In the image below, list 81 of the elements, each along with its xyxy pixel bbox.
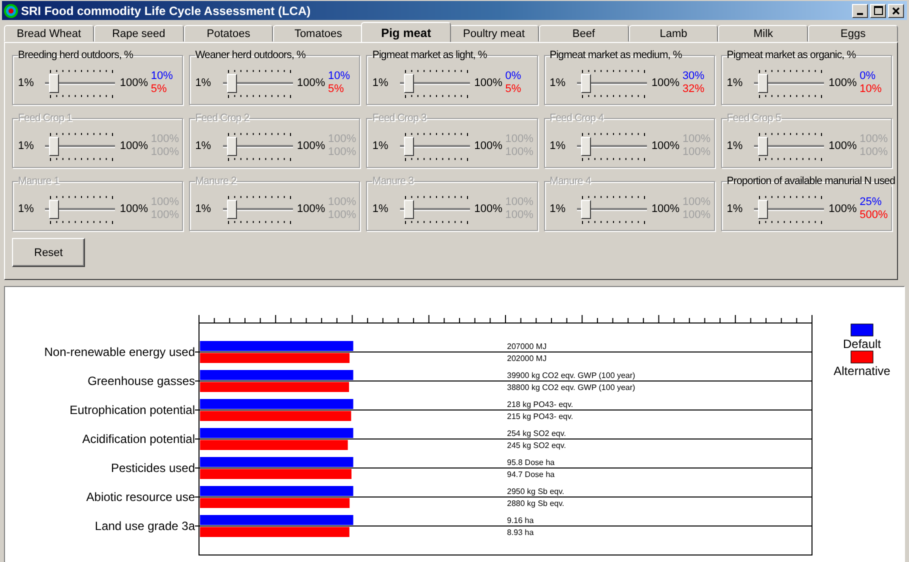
max-label: 100%: [120, 202, 148, 214]
min-label: 1%: [18, 202, 35, 214]
window-title: SRI Food commodity Life Cycle Assessment (LCA): [21, 4, 312, 18]
min-label: 1%: [550, 140, 566, 152]
group-label: Manure 1: [18, 175, 60, 187]
indicator-label: Land use grade 3a: [94, 519, 195, 533]
alternative-value: 215 kg PO43- eqv.: [507, 412, 574, 421]
max-label: 100%: [474, 140, 502, 152]
default-value: 95.8 Dose ha: [507, 458, 555, 467]
group-label: Feed Crop 1: [18, 112, 72, 124]
max-label: 100%: [120, 76, 148, 88]
indicator-label: Pesticides used: [110, 461, 195, 475]
max-label: 100%: [651, 76, 680, 88]
group-label: Weaner herd outdoors, %: [195, 49, 306, 61]
default-value: 30%: [682, 70, 706, 82]
group-label: Manure 4: [550, 175, 591, 187]
min-label: 1%: [195, 202, 212, 214]
alternative-value: 38800 kg CO2 eqv. GWP (100 year): [507, 383, 636, 392]
group-label: Manure 2: [195, 175, 236, 187]
group-label: Proportion of available manurial N used: [726, 175, 896, 187]
min-label: 1%: [18, 76, 35, 88]
alternative-value: 5%: [505, 82, 522, 96]
max-label: 100%: [651, 140, 680, 152]
default-value: 25%: [860, 196, 883, 208]
indicator-label: Eutrophication potential: [70, 403, 195, 417]
default-value: 207000 MJ: [507, 342, 547, 351]
default-value: 218 kg PO43- eqv.: [507, 400, 574, 409]
default-value: 0%: [860, 70, 877, 82]
group-label: Feed Crop 3: [372, 112, 426, 124]
alternative-value: 5%: [150, 82, 168, 96]
default-value: 10%: [150, 70, 174, 82]
min-label: 1%: [372, 202, 390, 214]
min-label: 1%: [195, 76, 212, 88]
min-label: 1%: [550, 202, 566, 214]
default-value: 254 kg SO2 eqv.: [507, 429, 566, 438]
group-label: Feed Crop 4: [550, 112, 604, 124]
legend-label: Alternative: [834, 364, 890, 378]
indicator-label: Abiotic resource use: [86, 490, 195, 504]
legend-label: Default: [842, 337, 882, 351]
max-label: 100%: [474, 202, 502, 214]
min-label: 1%: [726, 202, 744, 214]
max-label: 100%: [828, 202, 857, 214]
max-label: 100%: [651, 202, 680, 214]
max-label: 100%: [297, 76, 326, 88]
indicator-label: Acidification potential: [82, 432, 195, 446]
min-label: 1%: [195, 140, 212, 152]
default-value: 10%: [328, 70, 352, 82]
alternative-value: 32%: [682, 82, 706, 96]
min-label: 1%: [372, 76, 390, 88]
default-value: 9.16 ha: [507, 516, 534, 525]
alternative-value: 202000 MJ: [507, 354, 547, 363]
min-label: 1%: [18, 140, 35, 152]
alternative-value: 245 kg SO2 eqv.: [507, 441, 566, 450]
default-value: 0%: [505, 70, 522, 82]
group-label: Feed Crop 5: [726, 112, 781, 124]
indicator-label: Non-renewable energy used: [44, 345, 195, 359]
max-label: 100%: [474, 76, 502, 88]
min-label: 1%: [372, 140, 390, 152]
alternative-value: 10%: [860, 82, 883, 96]
max-label: 100%: [297, 202, 326, 214]
group-label: Pigmeat market as medium, %: [550, 49, 682, 61]
group-label: Pigmeat market as organic, %: [726, 49, 856, 61]
default-value: 2950 kg Sb eqv.: [507, 487, 564, 496]
max-label: 100%: [828, 140, 857, 152]
alternative-value: 5%: [328, 82, 345, 96]
default-value: 39900 kg CO2 eqv. GWP (100 year): [507, 371, 636, 380]
max-label: 100%: [297, 140, 326, 152]
group-label: Pigmeat market as light, %: [372, 49, 487, 61]
group-label: Feed Crop 2: [195, 112, 250, 124]
min-label: 1%: [550, 76, 566, 88]
indicator-label: Greenhouse gasses: [88, 374, 195, 388]
alternative-value: 500%: [860, 208, 889, 222]
alternative-value: 8.93 ha: [507, 528, 534, 537]
max-label: 100%: [120, 140, 148, 152]
alternative-value: 94.7 Dose ha: [507, 470, 555, 479]
alternative-value: 2880 kg Sb eqv.: [507, 499, 564, 508]
group-label: Breeding herd outdoors, %: [18, 49, 133, 61]
group-label: Manure 3: [372, 175, 414, 187]
min-label: 1%: [726, 76, 744, 88]
min-label: 1%: [726, 140, 744, 152]
max-label: 100%: [828, 76, 857, 88]
